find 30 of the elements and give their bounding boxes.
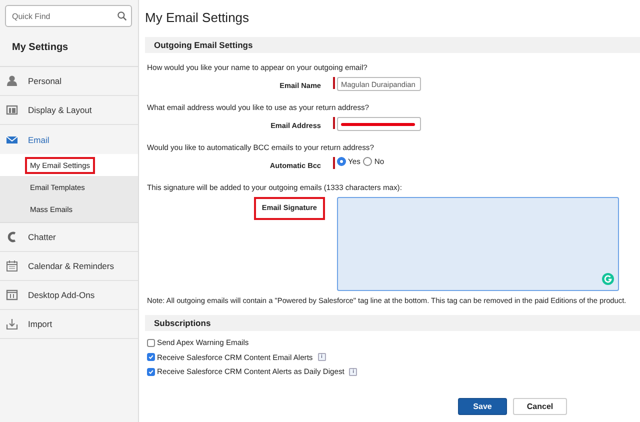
sidebar-item[interactable]: Email	[0, 125, 138, 154]
sidebar-item[interactable]: Import	[0, 310, 138, 339]
layout-icon	[6, 104, 18, 116]
calendar-icon	[6, 260, 18, 272]
sidebar-item[interactable]: Display & Layout	[0, 96, 138, 125]
checkbox[interactable]	[147, 368, 155, 376]
search-field[interactable]: Quick Find	[5, 5, 132, 27]
sidebar-item[interactable]: Calendar & Reminders	[0, 252, 138, 281]
import-icon	[6, 318, 18, 330]
chatter-icon	[6, 231, 18, 243]
save-button[interactable]: Save	[458, 398, 507, 414]
checkbox[interactable]	[147, 353, 155, 362]
sidebar-item[interactable]: Personal	[0, 67, 138, 96]
radio-button[interactable]	[337, 157, 346, 166]
section-header: Subscriptions	[145, 315, 640, 331]
page-title: My Email Settings	[145, 8, 250, 27]
grammar-checker-icon[interactable]	[602, 273, 614, 285]
cancel-button[interactable]: Cancel	[513, 398, 567, 414]
email-address-field[interactable]	[337, 117, 421, 131]
sidebar-heading: My Settings	[0, 27, 138, 67]
radio-button[interactable]	[363, 157, 372, 166]
search-icon[interactable]	[117, 11, 127, 21]
sidebar-item[interactable]: Desktop Add-Ons	[0, 281, 138, 310]
person-icon	[6, 75, 18, 87]
envelope-icon	[6, 134, 18, 146]
checkbox[interactable]	[147, 338, 155, 347]
sidebar-item[interactable]: Chatter	[0, 223, 138, 252]
signature-textarea[interactable]	[337, 197, 619, 291]
section-header: Outgoing Email Settings	[145, 37, 640, 53]
desktop-icon	[6, 289, 18, 301]
